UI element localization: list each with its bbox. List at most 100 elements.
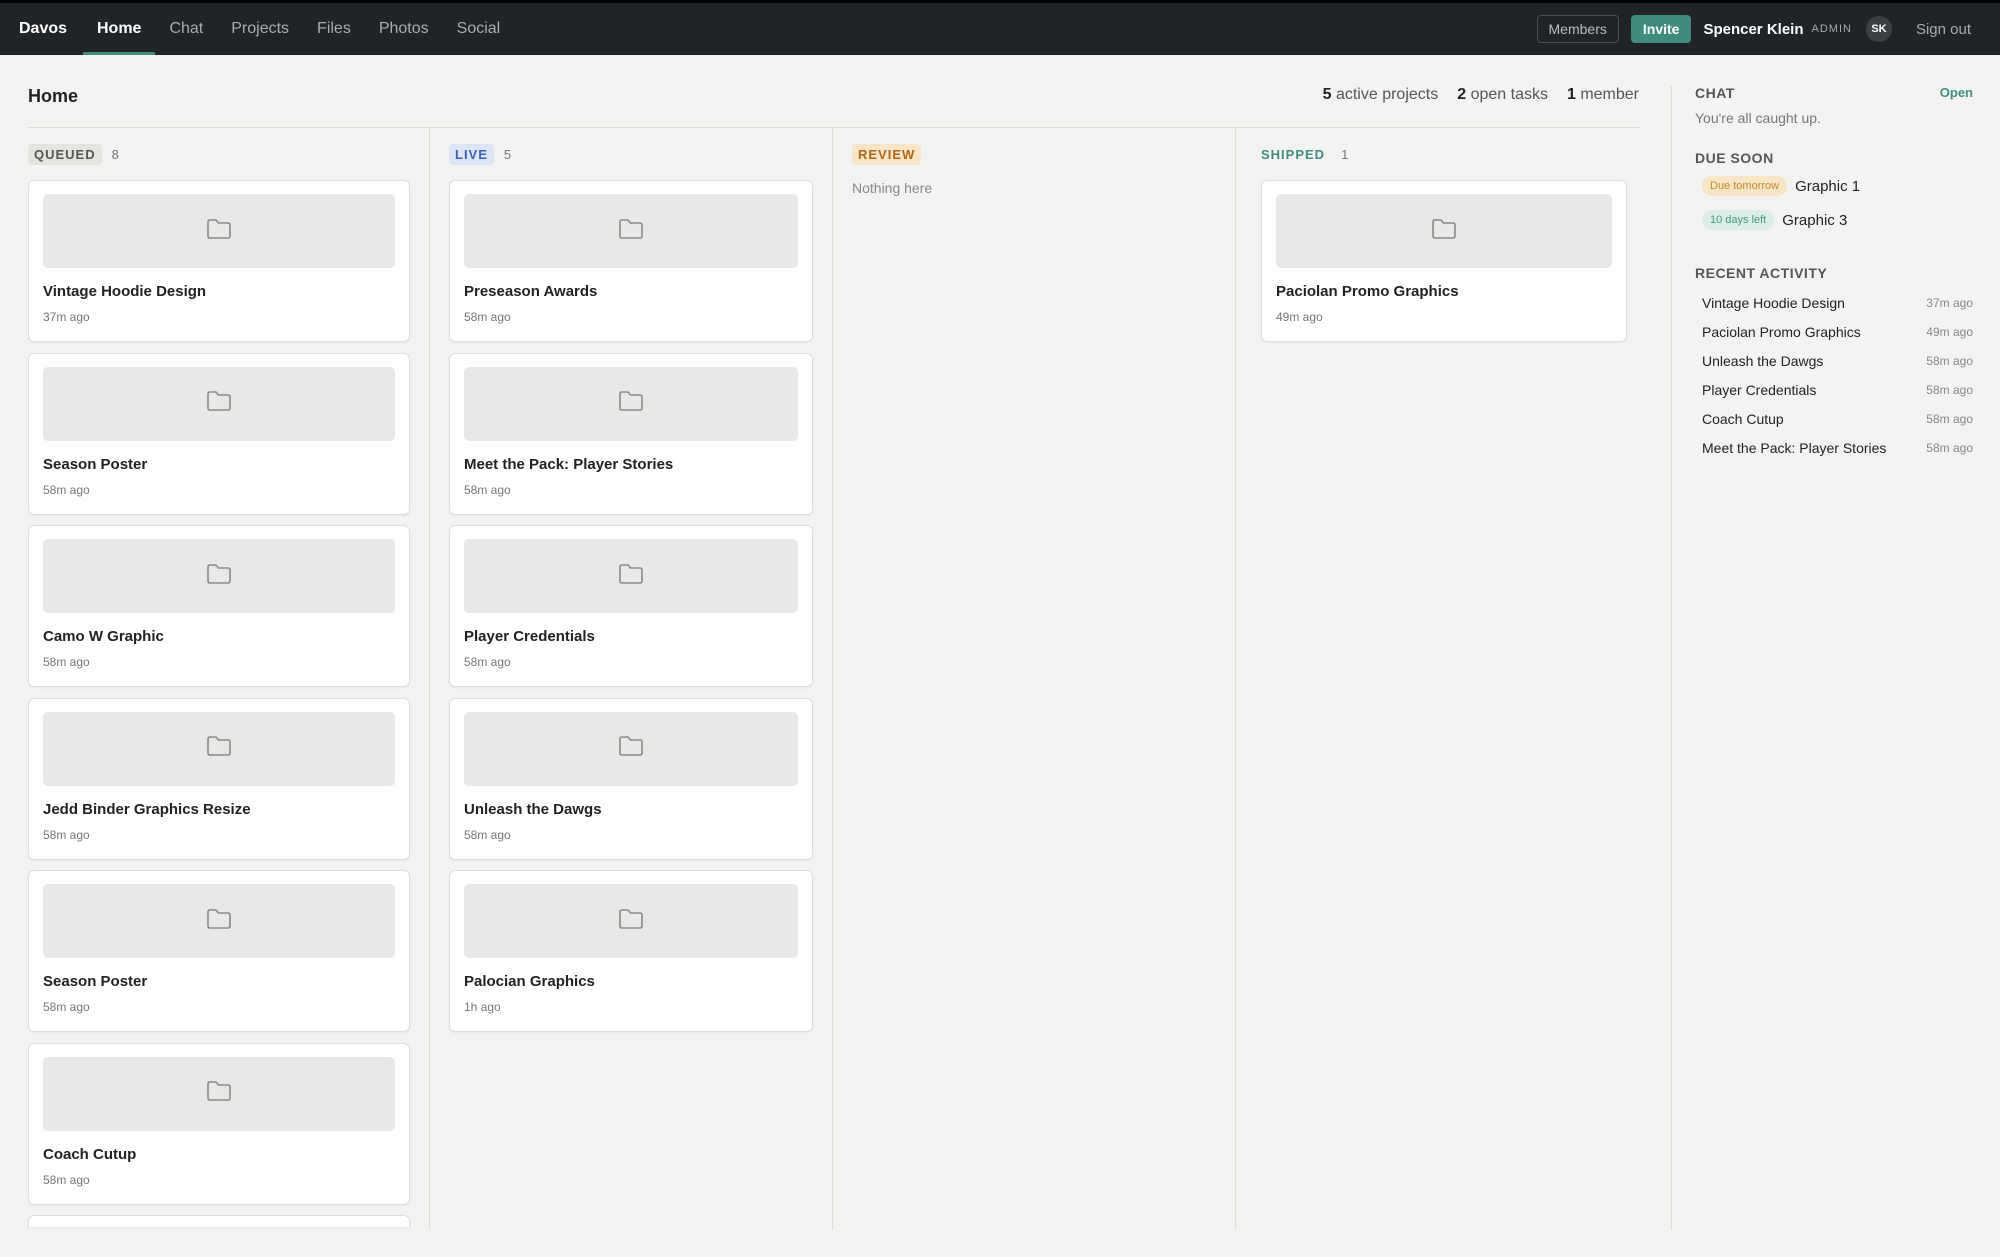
activity-item[interactable]: Paciolan Promo Graphics 49m ago	[1695, 317, 1973, 346]
column-divider	[832, 128, 833, 1230]
column-count: 8	[111, 147, 119, 162]
project-timestamp: 58m ago	[464, 482, 511, 497]
project-title: Vintage Hoodie Design	[43, 283, 207, 300]
folder-icon	[1431, 218, 1457, 245]
tab-chat[interactable]: Chat	[155, 3, 217, 55]
page-title: Home	[28, 86, 79, 106]
activity-time: 58m ago	[1926, 353, 1973, 368]
activity-name: Unleash the Dawgs	[1702, 352, 1824, 369]
folder-icon	[618, 218, 644, 245]
activity-item[interactable]: Unleash the Dawgs 58m ago	[1695, 346, 1973, 375]
project-title: Camo W Graphic	[43, 628, 164, 645]
members-button[interactable]: Members	[1536, 15, 1619, 43]
user-role-badge: ADMIN	[1811, 23, 1852, 35]
column-header: SHIPPED 1	[1261, 144, 1348, 165]
project-title: Player Credentials	[464, 628, 595, 645]
project-thumbnail	[1276, 194, 1612, 268]
activity-name: Player Credentials	[1702, 381, 1817, 398]
project-timestamp: 58m ago	[464, 655, 511, 669]
project-thumbnail	[464, 366, 798, 441]
project-card[interactable]: Preseason Awards 58m ago	[449, 180, 813, 342]
project-timestamp: 1h ago	[464, 1000, 501, 1014]
tab-social[interactable]: Social	[443, 3, 515, 55]
folder-icon	[618, 735, 644, 762]
folder-icon	[206, 563, 232, 590]
chat-open-link[interactable]: Open	[1940, 85, 1973, 100]
column-header: LIVE 5	[449, 144, 511, 165]
column-header: QUEUED 8	[28, 144, 119, 165]
project-title: Paciolan Promo Graphics	[1276, 283, 1459, 300]
activity-item[interactable]: Player Credentials 58m ago	[1695, 375, 1973, 404]
activity-name: Paciolan Promo Graphics	[1702, 323, 1861, 340]
folder-icon	[206, 735, 232, 762]
brand-logo[interactable]: Davos	[19, 20, 83, 38]
project-card[interactable]: Meet the Pack: Player Stories 58m ago	[449, 352, 813, 515]
column-count: 5	[503, 147, 512, 162]
chat-heading: CHAT	[1695, 85, 1735, 101]
invite-button[interactable]: Invite	[1630, 15, 1692, 43]
activity-time: 58m ago	[1926, 382, 1973, 397]
project-thumbnail	[43, 711, 395, 786]
project-timestamp: 58m ago	[43, 482, 90, 497]
project-card[interactable]: Coach Cutup 58m ago	[28, 1042, 410, 1205]
project-card[interactable]: Unleash the Dawgs 58m ago	[449, 697, 813, 860]
sign-out-link[interactable]: Sign out	[1916, 21, 1971, 38]
tab-photos[interactable]: Photos	[365, 3, 443, 55]
project-card[interactable]: Paciolan Promo Graphics 49m ago	[1261, 180, 1627, 342]
project-card[interactable]: Vintage Hoodie Design 37m ago	[28, 180, 410, 342]
activity-name: Meet the Pack: Player Stories	[1702, 439, 1887, 456]
folder-icon	[206, 218, 232, 245]
project-card[interactable]: Jedd Binder Graphics Resize 58m ago	[28, 697, 410, 860]
due-item[interactable]: 10 days left Graphic 3	[1695, 210, 1973, 230]
activity-item[interactable]: Coach Cutup 58m ago	[1695, 404, 1973, 433]
project-card[interactable]: Player Credentials 58m ago	[449, 525, 813, 687]
project-card[interactable]: Camo W Graphic 58m ago	[28, 525, 410, 687]
project-timestamp: 58m ago	[464, 827, 511, 842]
project-timestamp: 58m ago	[43, 655, 90, 669]
stat-members: 1 member	[1566, 86, 1639, 103]
activity-name: Coach Cutup	[1702, 410, 1784, 427]
project-thumbnail	[43, 884, 395, 958]
activity-item[interactable]: Vintage Hoodie Design 37m ago	[1695, 288, 1973, 317]
project-timestamp: 58m ago	[464, 310, 511, 324]
avatar[interactable]: SK	[1865, 16, 1892, 42]
project-card-partial[interactable]	[28, 1215, 410, 1227]
project-timestamp: 58m ago	[43, 1000, 90, 1014]
activity-time: 58m ago	[1926, 440, 1973, 455]
top-navbar: Davos Home Chat Projects Files Photos So…	[0, 0, 2000, 55]
activity-item[interactable]: Meet the Pack: Player Stories 58m ago	[1695, 433, 1973, 462]
project-card[interactable]: Palocian Graphics 1h ago	[449, 870, 813, 1032]
due-item-name: Graphic 1	[1795, 177, 1861, 195]
project-title: Season Poster	[43, 455, 148, 473]
status-badge: REVIEW	[852, 144, 922, 165]
column-divider	[1235, 128, 1236, 1230]
stat-open-tasks: 2 open tasks	[1457, 86, 1548, 103]
due-item[interactable]: Due tomorrow Graphic 1	[1695, 176, 1973, 196]
folder-icon	[618, 908, 644, 935]
due-pill: Due tomorrow	[1702, 176, 1788, 196]
project-title: Palocian Graphics	[464, 973, 595, 990]
folder-icon	[206, 1080, 232, 1107]
tab-projects[interactable]: Projects	[217, 3, 303, 55]
project-thumbnail	[464, 711, 798, 786]
project-timestamp: 58m ago	[43, 1172, 90, 1187]
tab-home[interactable]: Home	[83, 3, 156, 55]
nav-right: Members Invite Spencer Klein ADMIN SK Si…	[1536, 15, 1971, 43]
due-soon-section: DUE SOON Due tomorrow Graphic 1 10 days …	[1695, 150, 1973, 230]
project-card[interactable]: Season Poster 58m ago	[28, 352, 410, 515]
project-title: Season Poster	[43, 973, 148, 990]
chat-status-text: You're all caught up.	[1695, 110, 1821, 126]
project-thumbnail	[43, 539, 395, 613]
column-shipped: SHIPPED 1 Paciolan Promo Graphics 49m ago	[1261, 128, 1641, 1230]
project-card[interactable]: Season Poster 58m ago	[28, 870, 410, 1032]
status-badge: QUEUED	[28, 144, 102, 165]
status-badge: SHIPPED	[1261, 147, 1326, 162]
column-live: LIVE 5 Preseason Awards 58m ago Meet the P…	[449, 128, 829, 1230]
column-queued: QUEUED 8 Vintage Hoodie Design 37m ago Sea…	[28, 128, 428, 1230]
project-thumbnail	[43, 366, 395, 441]
activity-time: 49m ago	[1926, 324, 1973, 339]
column-header: REVIEW	[852, 144, 922, 165]
tab-files[interactable]: Files	[303, 3, 365, 55]
chat-section: CHAT Open You're all caught up.	[1695, 85, 1973, 126]
project-thumbnail	[464, 539, 798, 613]
